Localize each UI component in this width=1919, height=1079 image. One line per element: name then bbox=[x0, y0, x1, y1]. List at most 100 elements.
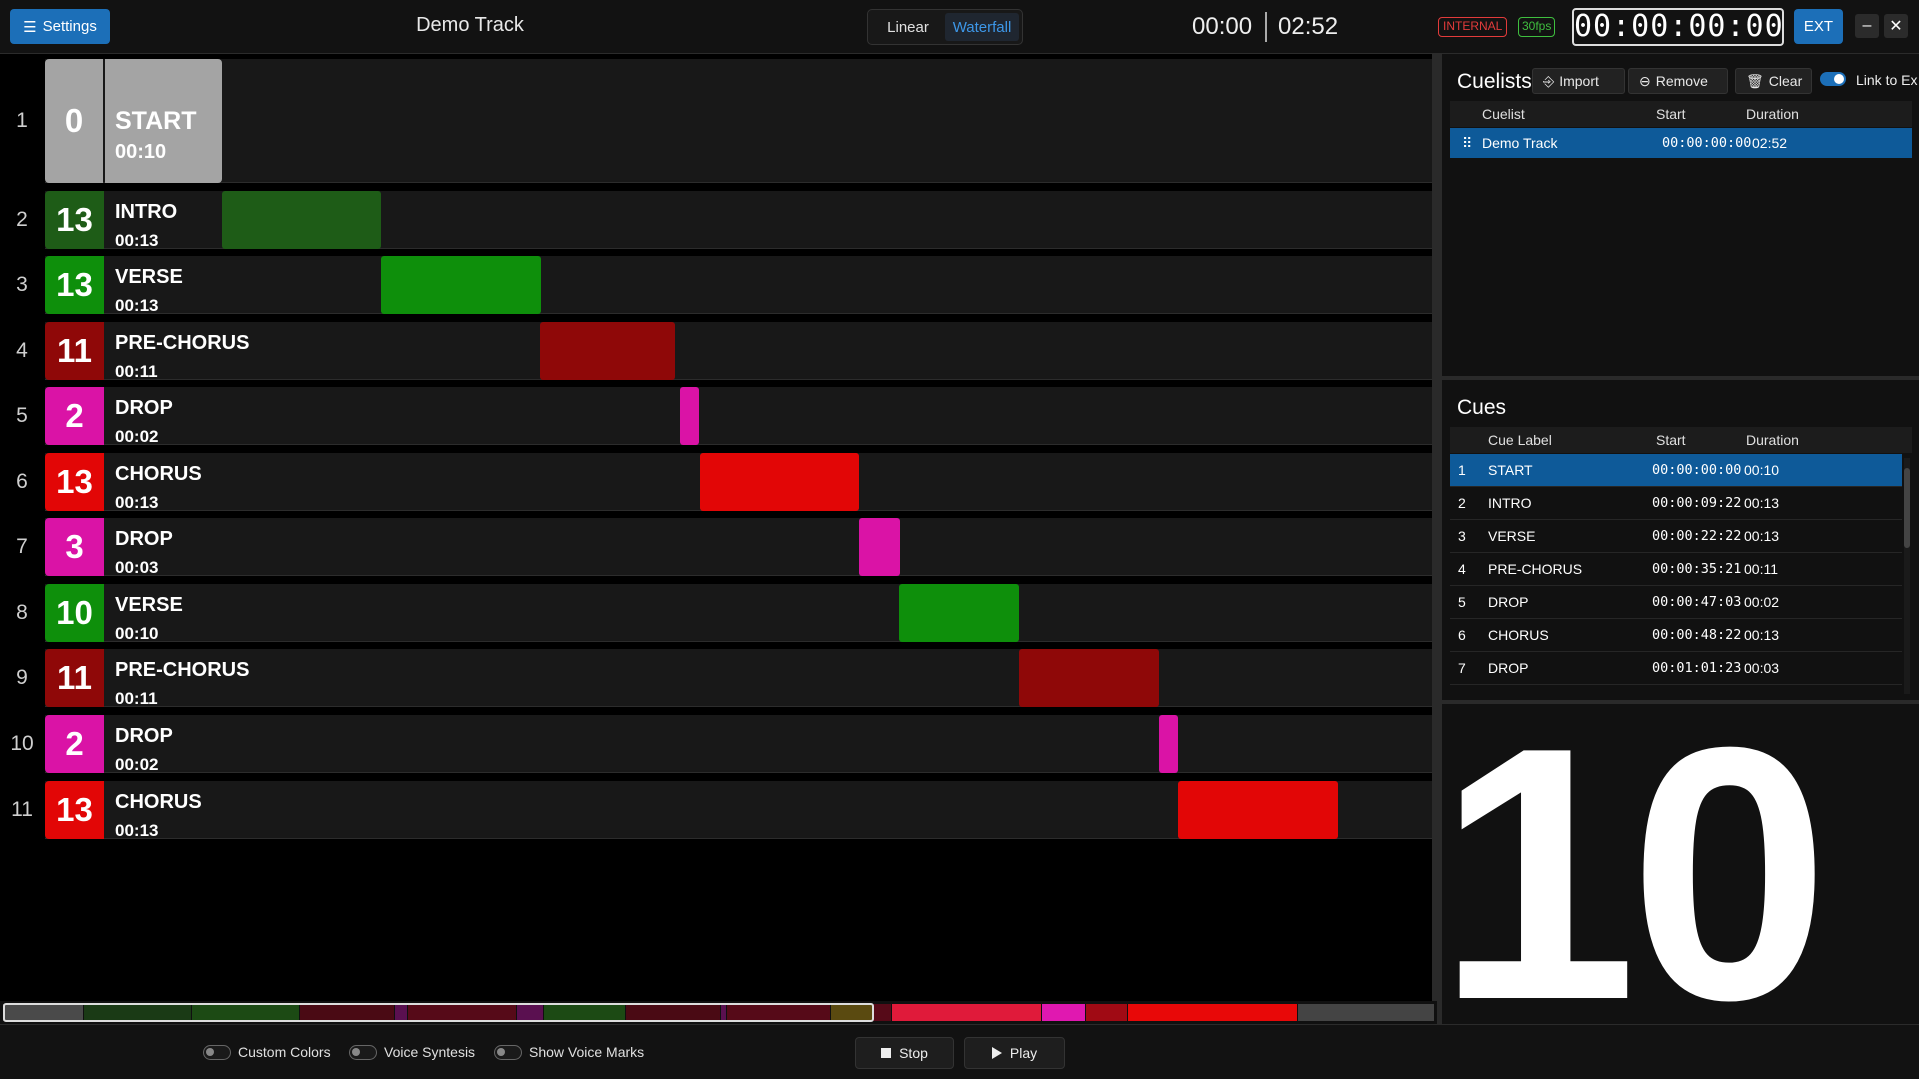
track-title: Demo Track bbox=[416, 14, 524, 36]
waterfall-row[interactable]: 4 11 PRE-CHORUS 00:11 bbox=[0, 321, 1432, 381]
trash-icon: 🗑 bbox=[1746, 72, 1764, 89]
close-icon[interactable]: ✕ bbox=[1884, 14, 1908, 38]
cue-duration: 00:10 bbox=[1744, 462, 1780, 478]
timeline-overview[interactable] bbox=[0, 1002, 1437, 1023]
waterfall-row[interactable]: 8 10 VERSE 00:10 bbox=[0, 583, 1432, 643]
row-index: 5 bbox=[16, 404, 28, 428]
waterfall-row[interactable]: 3 13 VERSE 00:13 bbox=[0, 256, 1432, 316]
drag-handle-icon[interactable]: ⠿ bbox=[1462, 135, 1472, 152]
row-track bbox=[45, 583, 1432, 642]
cuelist-duration: 02:52 bbox=[1752, 135, 1788, 151]
track-duration: 02:52 bbox=[1278, 13, 1339, 40]
cue-count: 13 bbox=[45, 452, 104, 511]
cue-start: 00:01:01:23 bbox=[1652, 660, 1742, 676]
cue-label: PRE-CHORUS bbox=[115, 659, 250, 682]
table-row[interactable]: 6 CHORUS 00:00:48:22 00:13 bbox=[1450, 619, 1902, 652]
cue-start: 00:00:22:22 bbox=[1652, 528, 1742, 544]
waterfall-row[interactable]: 9 11 PRE-CHORUS 00:11 bbox=[0, 649, 1432, 709]
cue-duration-bar[interactable] bbox=[1158, 714, 1179, 773]
waterfall-row[interactable]: 1 0 START 00:10 bbox=[0, 59, 1432, 183]
show-voice-marks-toggle[interactable] bbox=[494, 1045, 522, 1060]
minimize-icon[interactable]: – bbox=[1855, 14, 1879, 38]
cue-number: 2 bbox=[1458, 495, 1466, 511]
cue-duration-bar[interactable] bbox=[222, 190, 382, 249]
table-row[interactable]: 7 DROP 00:01:01:23 00:03 bbox=[1450, 652, 1902, 685]
settings-label: Settings bbox=[42, 18, 97, 35]
cue-label: PRE-CHORUS bbox=[1488, 561, 1583, 577]
cue-duration-bar[interactable] bbox=[381, 256, 541, 315]
col-duration: Duration bbox=[1746, 106, 1799, 122]
link-label: Link to Ex bbox=[1856, 72, 1918, 88]
countdown-panel: 10 bbox=[1442, 704, 1919, 1024]
table-row[interactable]: 3 VERSE 00:00:22:22 00:13 bbox=[1450, 520, 1902, 553]
cue-duration: 00:11 bbox=[115, 689, 158, 709]
ext-button[interactable]: EXT bbox=[1794, 9, 1843, 44]
cue-label: DROP bbox=[115, 724, 173, 747]
remove-button[interactable]: ⊖ Remove bbox=[1628, 68, 1728, 94]
table-row[interactable]: 2 INTRO 00:00:09:22 00:13 bbox=[1450, 487, 1902, 520]
waterfall-row[interactable]: 6 13 CHORUS 00:13 bbox=[0, 452, 1432, 512]
cue-duration-bar[interactable] bbox=[859, 518, 900, 577]
row-index: 7 bbox=[16, 535, 28, 559]
cue-label: CHORUS bbox=[115, 790, 202, 813]
timecode-display: 00:00:00:00 bbox=[1572, 8, 1784, 46]
waterfall-row[interactable]: 5 2 DROP 00:02 bbox=[0, 387, 1432, 446]
cues-scrollbar[interactable] bbox=[1904, 458, 1910, 694]
overview-viewport-handle[interactable] bbox=[3, 1003, 874, 1022]
top-bar: ☰ Settings Demo Track Linear Waterfall 0… bbox=[0, 0, 1919, 54]
cuelists-panel: Cuelists ⎆ Import ⊖ Remove 🗑 Clear Link … bbox=[1442, 54, 1919, 376]
waterfall-row[interactable]: 10 2 DROP 00:02 bbox=[0, 714, 1432, 774]
cue-label: CHORUS bbox=[1488, 627, 1549, 643]
clear-button[interactable]: 🗑 Clear bbox=[1735, 68, 1812, 94]
play-button[interactable]: Play bbox=[964, 1037, 1065, 1069]
table-row[interactable]: 5 DROP 00:00:47:03 00:02 bbox=[1450, 586, 1902, 619]
row-track bbox=[45, 649, 1432, 708]
cue-duration-bar[interactable] bbox=[540, 321, 675, 380]
settings-button[interactable]: ☰ Settings bbox=[10, 9, 110, 44]
cue-duration-bar[interactable] bbox=[679, 387, 700, 446]
col-start: Start bbox=[1656, 432, 1686, 448]
table-row[interactable]: ⠿ Demo Track 00:00:00:00 02:52 bbox=[1450, 128, 1912, 158]
cuelists-table-header: Cuelist Start Duration bbox=[1450, 101, 1912, 127]
waterfall-row[interactable]: 2 13 INTRO 00:13 bbox=[0, 190, 1432, 250]
row-track bbox=[45, 321, 1432, 380]
cue-number: 5 bbox=[1458, 594, 1466, 610]
waterfall-row[interactable]: 11 13 CHORUS 00:13 bbox=[0, 780, 1432, 840]
table-row[interactable]: 4 PRE-CHORUS 00:00:35:21 00:11 bbox=[1450, 553, 1902, 586]
tab-linear[interactable]: Linear bbox=[871, 13, 945, 41]
custom-colors-label: Custom Colors bbox=[238, 1044, 331, 1060]
row-index: 4 bbox=[16, 338, 28, 362]
col-start: Start bbox=[1656, 106, 1686, 122]
cue-duration: 00:10 bbox=[115, 141, 167, 163]
cue-duration-bar[interactable] bbox=[1178, 780, 1338, 839]
cue-duration: 00:10 bbox=[115, 623, 159, 643]
cue-number: 1 bbox=[1458, 462, 1466, 478]
cue-count: 10 bbox=[45, 583, 104, 642]
cue-number: 7 bbox=[1458, 660, 1466, 676]
table-row[interactable]: 1 START 00:00:00:00 00:10 bbox=[1450, 454, 1902, 487]
bottom-bar: Custom Colors Voice Syntesis Show Voice … bbox=[0, 1024, 1919, 1079]
cues-table-header: Cue Label Start Duration bbox=[1450, 427, 1912, 453]
remove-icon: ⊖ bbox=[1639, 72, 1651, 89]
tab-waterfall[interactable]: Waterfall bbox=[945, 13, 1019, 41]
link-toggle[interactable] bbox=[1820, 72, 1846, 86]
cue-label: CHORUS bbox=[115, 462, 202, 485]
cue-duration-bar[interactable] bbox=[899, 583, 1020, 642]
remove-label: Remove bbox=[1655, 73, 1708, 89]
row-index: 8 bbox=[16, 600, 28, 624]
stop-button[interactable]: Stop bbox=[855, 1037, 954, 1069]
overview-segment bbox=[873, 1004, 892, 1021]
waterfall-row[interactable]: 7 3 DROP 00:03 bbox=[0, 518, 1432, 577]
import-button[interactable]: ⎆ Import bbox=[1532, 68, 1625, 94]
view-mode-toggle: Linear Waterfall bbox=[867, 9, 1023, 45]
cue-label: DROP bbox=[1488, 594, 1529, 610]
row-index: 3 bbox=[16, 273, 28, 297]
scrollbar-thumb[interactable] bbox=[1904, 468, 1910, 548]
cue-duration: 00:13 bbox=[115, 296, 159, 316]
cue-duration-bar[interactable] bbox=[699, 452, 859, 511]
cuelist-name: Demo Track bbox=[1482, 135, 1558, 151]
cue-duration-bar[interactable] bbox=[1019, 649, 1159, 708]
voice-synthesis-toggle[interactable] bbox=[349, 1045, 377, 1060]
cuelist-start: 00:00:00:00 bbox=[1662, 135, 1752, 151]
custom-colors-toggle[interactable] bbox=[203, 1045, 231, 1060]
